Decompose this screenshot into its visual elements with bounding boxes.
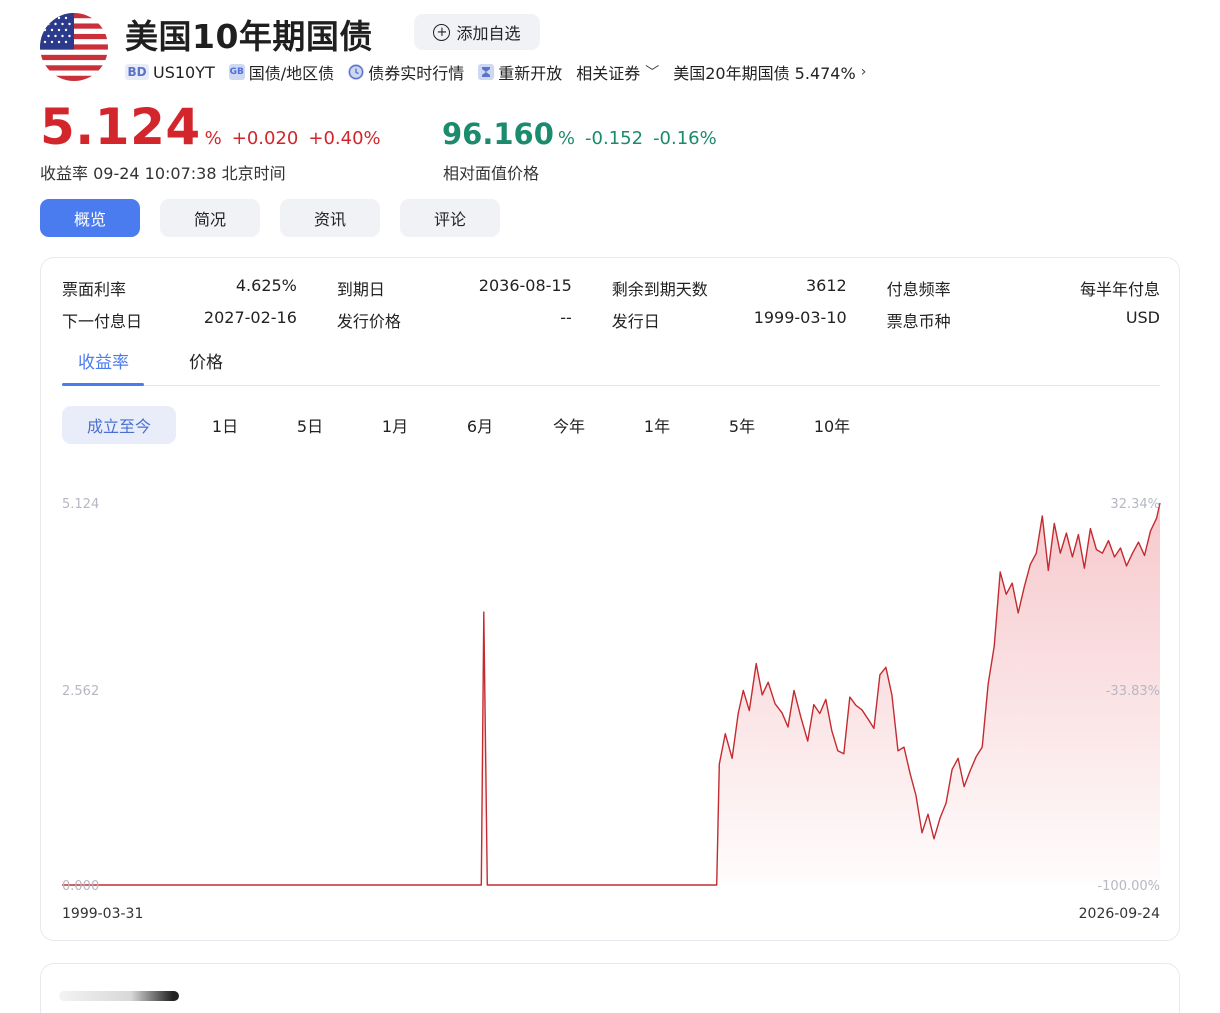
tag-realtime[interactable]: 债券实时行情: [348, 60, 464, 84]
yield-change-pct: +0.40%: [308, 128, 381, 149]
yield-change: +0.020: [231, 128, 299, 149]
chevron-right-icon: ›: [860, 64, 867, 80]
y-tick-left-top: 5.124: [62, 497, 99, 512]
tab-profile[interactable]: 简况: [160, 199, 260, 237]
us-flag-icon: [40, 13, 108, 81]
tag-category[interactable]: GB 国债/地区债: [228, 60, 335, 84]
overview-card: 票面利率 4.625% 到期日 2036-08-15 剩余到期天数 3612 付息频率…: [40, 257, 1180, 941]
price-quote: 96.160 % -0.152 -0.16%: [442, 117, 717, 151]
x-tick-end: 2026-09-24: [1079, 906, 1160, 922]
price-value: 96.160: [442, 117, 554, 151]
yield-quote: 5.124 % +0.020 +0.40%: [40, 98, 381, 156]
chevron-down-icon: ﹀: [645, 65, 660, 81]
yield-caption: 收益率 09-24 10:07:38 北京时间: [40, 164, 286, 183]
x-tick-start: 1999-03-31: [62, 906, 143, 922]
related-securities-dropdown[interactable]: 相关证券 ﹀: [576, 60, 659, 84]
related-security-link[interactable]: 美国20年期国债 5.474% ›: [673, 60, 866, 84]
yield-value: 5.124: [40, 98, 201, 156]
hourglass-icon: [478, 64, 495, 80]
related-security-label: 美国20年期国债 5.474%: [673, 64, 856, 83]
tag-reopen-label: 重新开放: [498, 64, 563, 83]
page-title: 美国10年期国债: [125, 17, 373, 56]
secondary-card: [40, 963, 1180, 1013]
price-caption: 相对面值价格: [443, 164, 540, 183]
add-watchlist-label: 添加自选: [456, 24, 521, 43]
yield-chart[interactable]: 5.124 2.562 0.000 32.34% -33.83% -100.00…: [41, 258, 1181, 942]
price-unit: %: [557, 128, 576, 149]
tag-reopen[interactable]: 重新开放: [478, 60, 562, 84]
yield-area-fill: [62, 503, 1160, 885]
y-tick-left-mid: 2.562: [62, 684, 99, 699]
add-watchlist-button[interactable]: + 添加自选: [414, 14, 540, 50]
price-change: -0.152: [585, 128, 644, 149]
tag-category-label: 国债/地区债: [248, 64, 335, 83]
tab-comments[interactable]: 评论: [400, 199, 500, 237]
y-tick-right-bottom: -100.00%: [1097, 879, 1160, 894]
tag-realtime-label: 债券实时行情: [368, 64, 465, 83]
gb-badge-icon: GB: [228, 64, 245, 80]
related-securities-label: 相关证券: [576, 64, 641, 83]
tag-symbol-label: US10YT: [153, 62, 215, 82]
price-change-pct: -0.16%: [653, 128, 717, 149]
clock-icon: [348, 64, 365, 80]
main-tabs: 概览 简况 资讯 评论: [40, 199, 500, 237]
loading-placeholder: [59, 991, 179, 1001]
tag-row: BD US10YT GB 国债/地区债 债券实时行情 重新开放 相关证券 ﹀ 美…: [125, 61, 880, 83]
plus-circle-icon: +: [433, 23, 451, 41]
tab-overview[interactable]: 概览: [40, 199, 140, 237]
y-tick-right-mid: -33.83%: [1106, 684, 1160, 699]
bd-badge-icon: BD: [125, 64, 149, 80]
yield-unit: %: [204, 128, 222, 149]
tab-news[interactable]: 资讯: [280, 199, 380, 237]
tag-symbol: BD US10YT: [125, 63, 215, 82]
y-tick-left-bottom: 0.000: [62, 879, 99, 894]
y-tick-right-top: 32.34%: [1110, 497, 1160, 512]
